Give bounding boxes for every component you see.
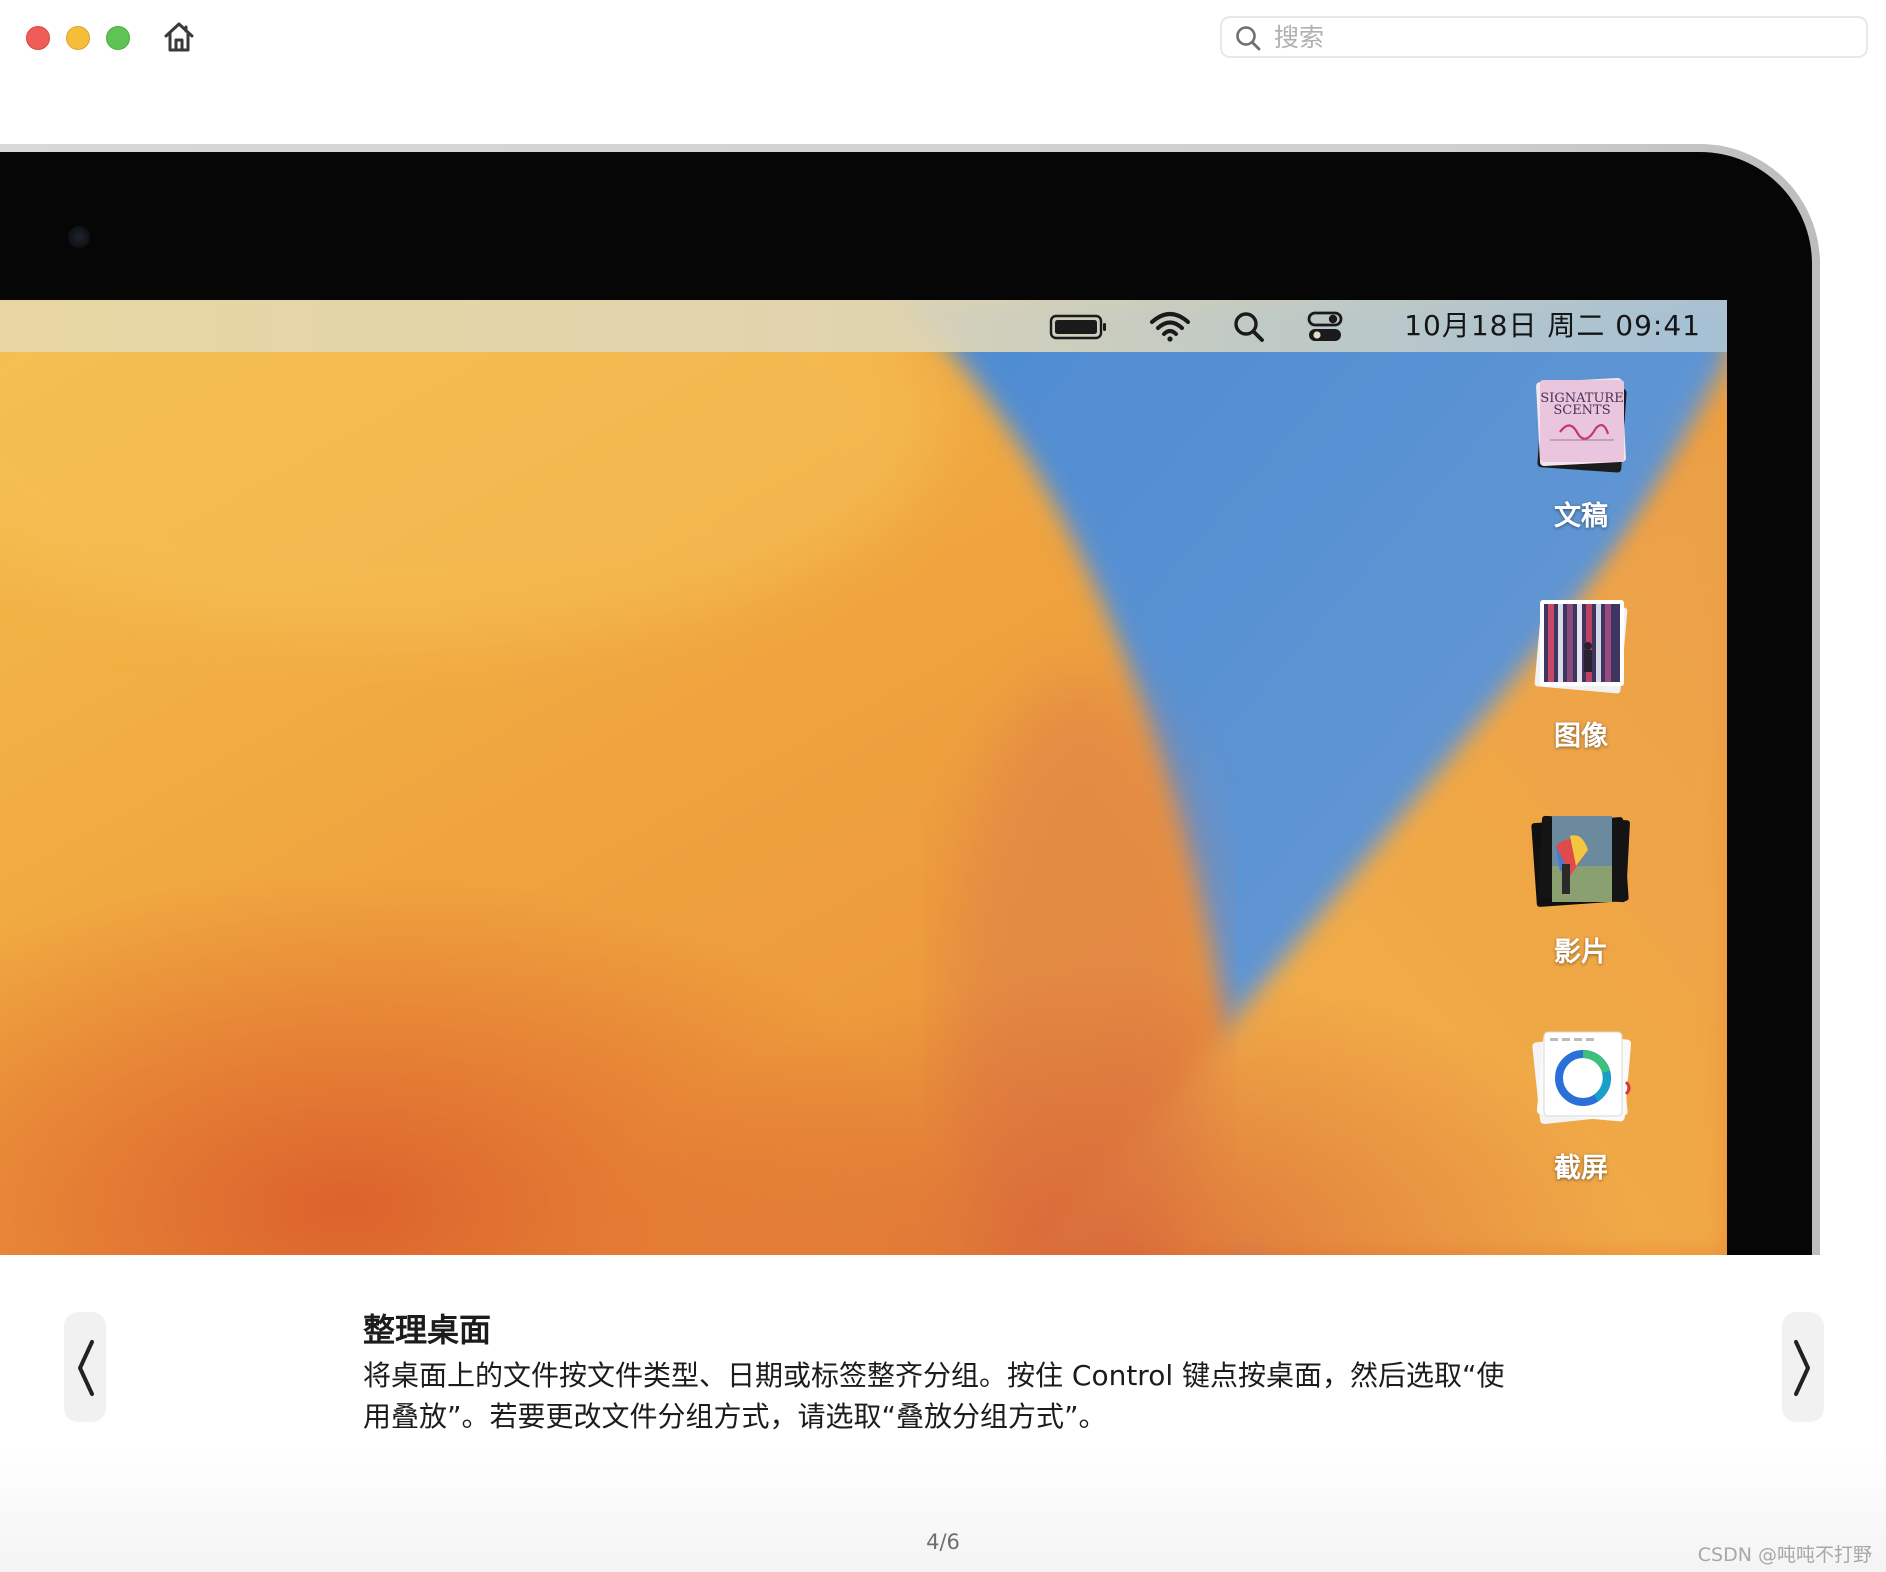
spotlight-search-icon[interactable]	[1232, 308, 1266, 344]
laptop-screen: 10月18日 周二 09:41 SIGNATURE SCENTS 文稿 图像 影…	[0, 300, 1727, 1255]
search-icon	[1236, 26, 1261, 51]
camera-icon	[68, 226, 90, 248]
title-bar	[0, 0, 1886, 80]
house-icon	[164, 22, 194, 52]
images-stack-icon	[1526, 590, 1636, 700]
tips-window: 10月18日 周二 09:41 SIGNATURE SCENTS 文稿	[0, 0, 1886, 1572]
stack-screenshots[interactable]: 截屏	[1506, 1022, 1656, 1185]
ventura-wallpaper	[0, 300, 1727, 1255]
control-center-icon[interactable]	[1305, 308, 1345, 344]
battery-icon	[1049, 314, 1106, 340]
watermark: CSDN @吨吨不打野	[1697, 1544, 1872, 1566]
search-input[interactable]	[1274, 20, 1854, 54]
stack-label: 截屏	[1554, 1153, 1608, 1184]
minimize-window-button[interactable]	[66, 26, 90, 50]
stack-label: 影片	[1554, 937, 1608, 968]
next-tip-button[interactable]	[1782, 1312, 1824, 1422]
page-indicator: 4/6	[926, 1530, 960, 1554]
stack-movies[interactable]: 影片	[1506, 806, 1656, 969]
stack-images[interactable]: 图像	[1506, 590, 1656, 753]
close-window-button[interactable]	[26, 26, 50, 50]
documents-stack-icon: SIGNATURE SCENTS	[1526, 370, 1636, 480]
movies-stack-icon	[1526, 806, 1636, 916]
tip-title: 整理桌面	[363, 1311, 492, 1349]
search-field[interactable]	[1220, 16, 1868, 58]
stack-label: 图像	[1554, 721, 1608, 752]
menu-bar: 10月18日 周二 09:41	[0, 300, 1727, 352]
stack-label: 文稿	[1554, 501, 1608, 532]
stack-documents[interactable]: SIGNATURE SCENTS 文稿	[1506, 370, 1656, 533]
chevron-right-icon	[1794, 1340, 1810, 1396]
caption-panel: 整理桌面 将桌面上的文件按文件类型、日期或标签整齐分组。按住 Control 键…	[0, 1255, 1886, 1572]
menu-bar-clock: 10月18日 周二 09:41	[1404, 309, 1701, 342]
macbook-illustration: 10月18日 周二 09:41 SIGNATURE SCENTS 文稿 图像 影…	[0, 80, 1886, 1255]
screenshots-stack-icon	[1526, 1022, 1636, 1132]
home-button[interactable]	[160, 18, 198, 56]
wifi-icon[interactable]	[1148, 308, 1192, 344]
chevron-left-icon	[78, 1340, 94, 1396]
tip-description: 将桌面上的文件按文件类型、日期或标签整齐分组。按住 Control 键点按桌面，…	[363, 1359, 1505, 1433]
previous-tip-button[interactable]	[64, 1312, 106, 1422]
zoom-window-button[interactable]	[106, 26, 130, 50]
svg-text:SCENTS: SCENTS	[1553, 403, 1610, 418]
